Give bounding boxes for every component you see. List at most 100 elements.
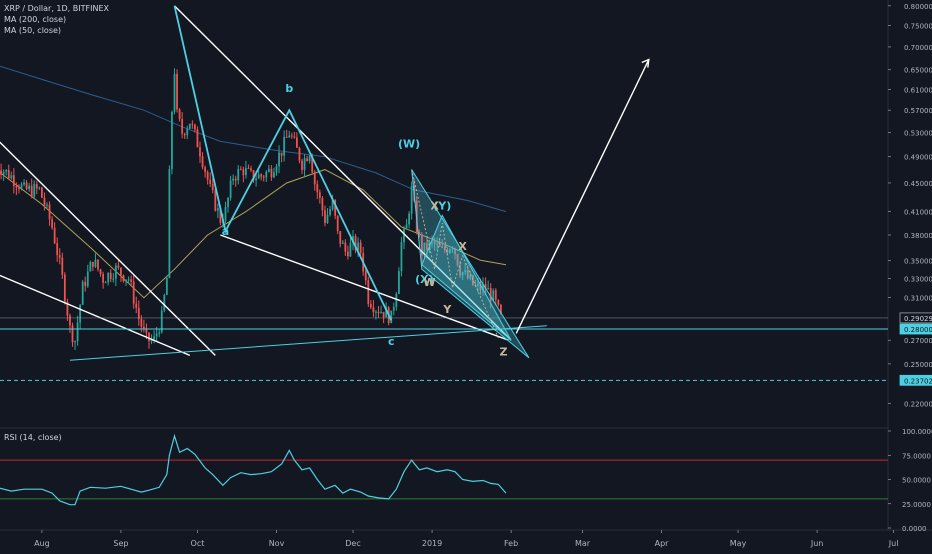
candle-body bbox=[247, 167, 250, 169]
candle-body bbox=[183, 133, 186, 136]
candle-body bbox=[61, 257, 64, 275]
candle-body bbox=[107, 272, 110, 283]
ma50-legend[interactable]: MA (50, close) bbox=[4, 25, 109, 36]
rsi-tick-label: 75.0000 bbox=[902, 452, 931, 460]
candle-body bbox=[255, 178, 257, 181]
candle-body bbox=[117, 265, 120, 268]
candle-body bbox=[104, 282, 107, 284]
candle-body bbox=[191, 123, 194, 125]
time-axis[interactable]: Aug Sep Oct Nov Dec 2019 Feb Mar Apr May Jun Jul bbox=[34, 530, 898, 548]
candle-body bbox=[283, 136, 286, 156]
candle-body bbox=[339, 231, 342, 244]
candle-body bbox=[79, 304, 82, 323]
candle-body bbox=[76, 322, 79, 342]
candle-body bbox=[165, 278, 168, 295]
candle-body bbox=[306, 158, 308, 162]
candle-body bbox=[341, 242, 344, 244]
candle-body bbox=[18, 187, 20, 190]
candle-body bbox=[280, 152, 283, 156]
candle-body bbox=[102, 273, 104, 283]
price-tick-label: 0.57000 bbox=[904, 107, 932, 115]
candle-body bbox=[137, 307, 140, 319]
candle-body bbox=[250, 168, 252, 171]
price-axis[interactable]: 0.80000 0.75000 0.70000 0.65000 0.61000 0.570… bbox=[888, 3, 932, 533]
price-tick-label: 0.45000 bbox=[904, 180, 932, 188]
candle-body bbox=[398, 271, 400, 294]
candle-body bbox=[201, 156, 204, 168]
wave-label: Y bbox=[442, 303, 452, 316]
ma200-legend[interactable]: MA (200, close) bbox=[4, 14, 109, 25]
time-tick-label: Sep bbox=[113, 539, 128, 548]
candle-body bbox=[369, 304, 372, 308]
candle-body bbox=[278, 152, 280, 167]
candle-body bbox=[257, 174, 260, 179]
candle-body bbox=[122, 275, 125, 282]
time-tick-label: Mar bbox=[575, 539, 591, 548]
candle-body bbox=[114, 265, 117, 279]
candle-body bbox=[120, 267, 122, 276]
wave-label: Z bbox=[499, 345, 507, 358]
candle-body bbox=[329, 209, 331, 215]
candle-body bbox=[326, 214, 329, 223]
time-tick-label: Nov bbox=[269, 539, 285, 548]
time-tick-label: May bbox=[730, 539, 747, 548]
candle-body bbox=[303, 158, 306, 170]
candle-body bbox=[58, 255, 61, 258]
candle-body bbox=[33, 184, 36, 197]
wave-label: (W) bbox=[398, 137, 420, 150]
candle-body bbox=[178, 109, 181, 119]
trading-chart[interactable]: a b c (W) (X) (Y) W X X Y Z 0.80000 0.75000 0.70000 0… bbox=[0, 0, 932, 550]
candle-body bbox=[2, 171, 5, 175]
candle-body bbox=[204, 167, 206, 172]
candle-body bbox=[232, 178, 235, 181]
candle-body bbox=[5, 169, 8, 172]
candle-body bbox=[127, 279, 130, 281]
chart-canvas[interactable]: abc(W)(X)(Y)WXXYZ 0.800000.750000.700000… bbox=[0, 0, 932, 550]
candle-body bbox=[186, 128, 189, 136]
candle-body bbox=[153, 336, 155, 340]
candle-body bbox=[288, 135, 291, 138]
symbol-legend[interactable]: XRP / Dollar, 1D, BITFINEX bbox=[4, 3, 109, 14]
candle-body bbox=[316, 184, 319, 193]
candle-body bbox=[375, 311, 377, 313]
candle-body bbox=[173, 73, 176, 112]
candle-body bbox=[344, 242, 347, 252]
price-badge-value: 0.29029 bbox=[904, 315, 932, 323]
candle-body bbox=[63, 274, 66, 302]
price-badge-value: 0.23702 bbox=[904, 377, 932, 385]
candle-body bbox=[84, 281, 87, 287]
price-tick-label: 0.25000 bbox=[904, 361, 932, 369]
candle-body bbox=[301, 160, 303, 170]
candle-body bbox=[12, 175, 15, 186]
candle-body bbox=[28, 185, 31, 190]
candle-body bbox=[318, 192, 321, 198]
candle-body bbox=[15, 185, 18, 188]
time-tick-label: Jul bbox=[888, 539, 899, 548]
time-tick-label: Apr bbox=[655, 539, 670, 548]
candle-body bbox=[224, 207, 227, 221]
time-tick-label: Feb bbox=[504, 539, 518, 548]
candle-body bbox=[53, 227, 56, 244]
price-tick-label: 0.41000 bbox=[904, 209, 932, 217]
candle-body bbox=[38, 187, 41, 189]
wave-label: c bbox=[388, 335, 395, 348]
rsi-tick-label: 0.0000 bbox=[902, 525, 927, 533]
rsi-legend-label[interactable]: RSI (14, close) bbox=[4, 432, 62, 443]
price-tick-label: 0.53000 bbox=[904, 130, 932, 138]
candle-body bbox=[273, 172, 275, 178]
ma200-line bbox=[0, 65, 507, 213]
candle-body bbox=[168, 169, 171, 279]
time-tick-label: 2019 bbox=[422, 539, 442, 548]
candle-body bbox=[56, 243, 59, 256]
candle-body bbox=[163, 294, 166, 311]
candle-body bbox=[275, 166, 278, 173]
wave-label: W bbox=[423, 276, 435, 289]
candle-body bbox=[487, 287, 490, 290]
candle-body bbox=[382, 311, 385, 318]
price-tick-label: 0.22000 bbox=[904, 400, 932, 408]
candle-body bbox=[46, 204, 48, 206]
candle-body bbox=[99, 269, 102, 274]
rsi-line bbox=[0, 433, 507, 506]
time-tick-label: Oct bbox=[191, 539, 205, 548]
candle-body bbox=[41, 187, 43, 198]
